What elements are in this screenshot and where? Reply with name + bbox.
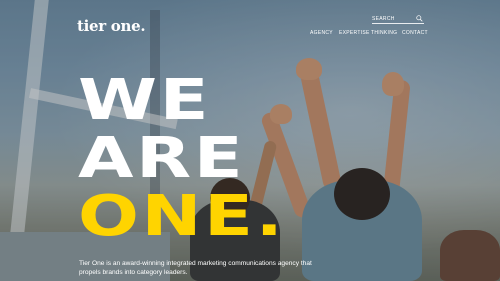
brand-logo[interactable]: tier one. [77, 17, 146, 35]
page-frame: tier one. AGENCY EXPERTISE THINKING CONT… [0, 0, 500, 281]
main-nav: AGENCY EXPERTISE THINKING CONTACT [310, 29, 428, 37]
hero-line-are: ARE [78, 126, 246, 191]
nav-item-agency[interactable]: AGENCY [310, 29, 339, 37]
search-icon[interactable] [416, 15, 423, 22]
nav-item-contact[interactable]: CONTACT [402, 29, 428, 37]
search-input[interactable] [372, 14, 414, 23]
hero-line-we: WE [78, 68, 212, 133]
hero-headline: WE ARE ONE. [78, 72, 283, 246]
hero-tagline: Tier One is an award-winning integrated … [79, 260, 312, 276]
hero-line-one: ONE. [78, 184, 286, 249]
nav-item-expertise[interactable]: EXPERTISE [339, 29, 371, 37]
nav-item-thinking[interactable]: THINKING [371, 29, 402, 37]
search-box[interactable] [372, 14, 424, 24]
